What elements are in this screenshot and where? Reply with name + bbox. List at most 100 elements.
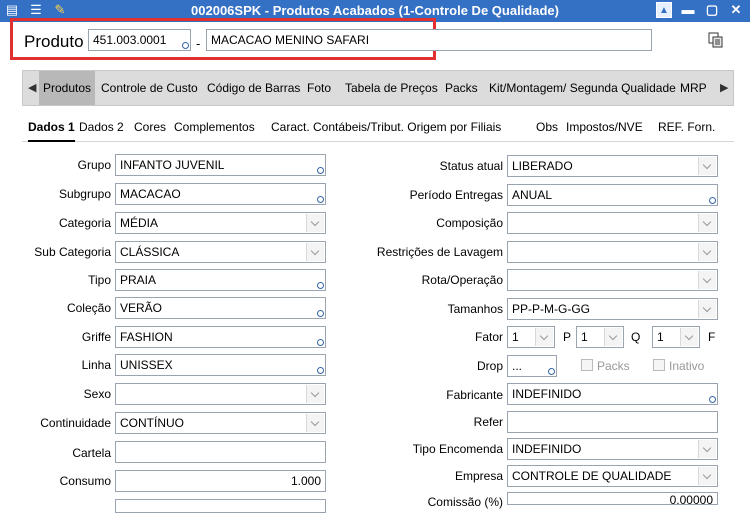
continuidade-select[interactable]: CONTÍNUO: [115, 412, 326, 434]
grupo-field[interactable]: INFANTO JUVENIL: [115, 154, 326, 176]
chevron-down-icon[interactable]: [535, 328, 553, 346]
tabs-scroll-right-icon[interactable]: ▶: [720, 81, 728, 94]
fabricante-label: Fabricante: [446, 388, 503, 402]
tab-mrp[interactable]: MRP: [680, 81, 707, 95]
griffe-value: FASHION: [120, 330, 173, 344]
empresa-label: Empresa: [454, 469, 503, 483]
fator-q-select[interactable]: 1: [652, 326, 700, 348]
categoria-select[interactable]: MÉDIA: [115, 212, 326, 234]
search-lens-icon[interactable]: [709, 396, 716, 403]
chevron-down-icon[interactable]: [698, 467, 716, 485]
refer-field[interactable]: [507, 411, 718, 433]
search-lens-icon[interactable]: [317, 196, 324, 203]
comissao-field[interactable]: 0,00000: [507, 492, 718, 505]
tab-packs[interactable]: Packs: [445, 81, 478, 95]
fator-label: Fator: [474, 330, 503, 344]
chevron-down-icon[interactable]: [306, 243, 324, 261]
search-lens-icon[interactable]: [317, 310, 324, 317]
produto-name-field[interactable]: MACACAO MENINO SAFARI: [206, 29, 652, 51]
chevron-down-icon[interactable]: [698, 157, 716, 175]
comissao-value: 0,00000: [669, 493, 713, 505]
colecao-label: Coleção: [66, 301, 111, 315]
inativo-checkbox[interactable]: [653, 359, 665, 371]
subtab-dados-2[interactable]: Dados 2: [79, 120, 124, 134]
search-lens-icon[interactable]: [182, 42, 189, 49]
restricoes-lavagem-label: Restrições de Lavagem: [376, 245, 503, 259]
linha-field[interactable]: UNISSEX: [115, 354, 326, 376]
search-lens-icon[interactable]: [317, 339, 324, 346]
maximize-button[interactable]: ▢: [704, 2, 720, 18]
chevron-down-icon[interactable]: [698, 271, 716, 289]
subtab-obs[interactable]: Obs: [536, 120, 558, 134]
search-lens-icon[interactable]: [317, 367, 324, 374]
fator-select[interactable]: 1: [507, 326, 555, 348]
empresa-select[interactable]: CONTROLE DE QUALIDADE: [507, 465, 718, 487]
drop-value: ...: [512, 359, 523, 373]
tab-foto[interactable]: Foto: [307, 81, 331, 95]
subtab-dados-1[interactable]: Dados 1: [28, 120, 75, 142]
copy-icon[interactable]: [708, 32, 724, 48]
chevron-down-icon[interactable]: [306, 385, 324, 403]
chevron-down-icon[interactable]: [698, 440, 716, 458]
tamanhos-value: PP-P-M-G-GG: [512, 302, 590, 316]
chevron-down-icon[interactable]: [698, 300, 716, 318]
subgrupo-value: MACACAO: [120, 187, 181, 201]
chevron-down-icon[interactable]: [306, 414, 324, 432]
griffe-field[interactable]: FASHION: [115, 326, 326, 348]
tipo-encomenda-select[interactable]: INDEFINIDO: [507, 438, 718, 460]
window-title: 002006SPK - Produtos Acabados (1-Control…: [191, 3, 559, 18]
image-icon[interactable]: ▲: [656, 2, 672, 18]
chevron-down-icon[interactable]: [680, 328, 698, 346]
chevron-down-icon[interactable]: [698, 214, 716, 232]
status-atual-value: LIBERADO: [512, 159, 573, 173]
colecao-field[interactable]: VERÃO: [115, 297, 326, 319]
minimize-button[interactable]: ▬: [680, 2, 696, 18]
consumo-value: 1.000: [290, 474, 321, 488]
tab-tabela-de-precos[interactable]: Tabela de Preços: [345, 81, 438, 95]
separator-dash: -: [196, 36, 201, 51]
packs-checkbox[interactable]: [581, 359, 593, 371]
tab-codigo-de-barras[interactable]: Código de Barras: [207, 81, 300, 95]
subtab-complementos[interactable]: Complementos: [174, 120, 255, 134]
composicao-select[interactable]: [507, 212, 718, 234]
subtab-caract-contabeis[interactable]: Caract. Contábeis/Tribut. Origem por Fil…: [271, 120, 501, 134]
griffe-label: Griffe: [81, 330, 111, 344]
fabricante-field[interactable]: INDEFINIDO: [507, 383, 718, 405]
sub-categoria-label: Sub Categoria: [34, 245, 111, 259]
tabs-scroll-left-icon[interactable]: ◀: [28, 81, 36, 94]
tamanhos-label: Tamanhos: [447, 302, 503, 316]
search-lens-icon[interactable]: [317, 167, 324, 174]
tipo-field[interactable]: PRAIA: [115, 269, 326, 291]
cartela-field[interactable]: [115, 441, 326, 463]
subtab-ref-forn[interactable]: REF. Forn.: [658, 120, 715, 134]
status-atual-select[interactable]: LIBERADO: [507, 155, 718, 177]
search-lens-icon[interactable]: [709, 197, 716, 204]
search-lens-icon[interactable]: [548, 368, 555, 375]
periodo-entregas-field[interactable]: ANUAL: [507, 184, 718, 206]
consumo-field[interactable]: 1.000: [115, 470, 326, 492]
tab-kit-montagem[interactable]: Kit/Montagem/ Segunda Qualidade: [489, 81, 676, 95]
subtab-cores[interactable]: Cores: [134, 120, 166, 134]
subgrupo-field[interactable]: MACACAO: [115, 183, 326, 205]
tab-produtos[interactable]: Produtos: [39, 71, 96, 105]
restricoes-lavagem-select[interactable]: [507, 241, 718, 263]
sub-categoria-select[interactable]: CLÁSSICA: [115, 241, 326, 263]
fator-p-select[interactable]: 1: [576, 326, 624, 348]
produto-code-field[interactable]: 451.003.0001: [88, 29, 191, 51]
sexo-label: Sexo: [83, 387, 111, 401]
tamanhos-select[interactable]: PP-P-M-G-GG: [507, 298, 718, 320]
tipo-value: PRAIA: [120, 273, 157, 287]
tipo-label: Tipo: [88, 273, 111, 287]
search-lens-icon[interactable]: [317, 282, 324, 289]
next-field-partial[interactable]: [115, 499, 326, 513]
chevron-down-icon[interactable]: [604, 328, 622, 346]
subtab-impostos-nve[interactable]: Impostos/NVE: [566, 120, 643, 134]
chevron-down-icon[interactable]: [698, 243, 716, 261]
drop-field[interactable]: ...: [507, 355, 557, 377]
continuidade-label: Continuidade: [40, 416, 111, 430]
rota-operacao-select[interactable]: [507, 269, 718, 291]
tab-controle-de-custo[interactable]: Controle de Custo: [101, 81, 198, 95]
chevron-down-icon[interactable]: [306, 214, 324, 232]
close-button[interactable]: ✕: [728, 2, 744, 18]
sexo-select[interactable]: [115, 383, 326, 405]
